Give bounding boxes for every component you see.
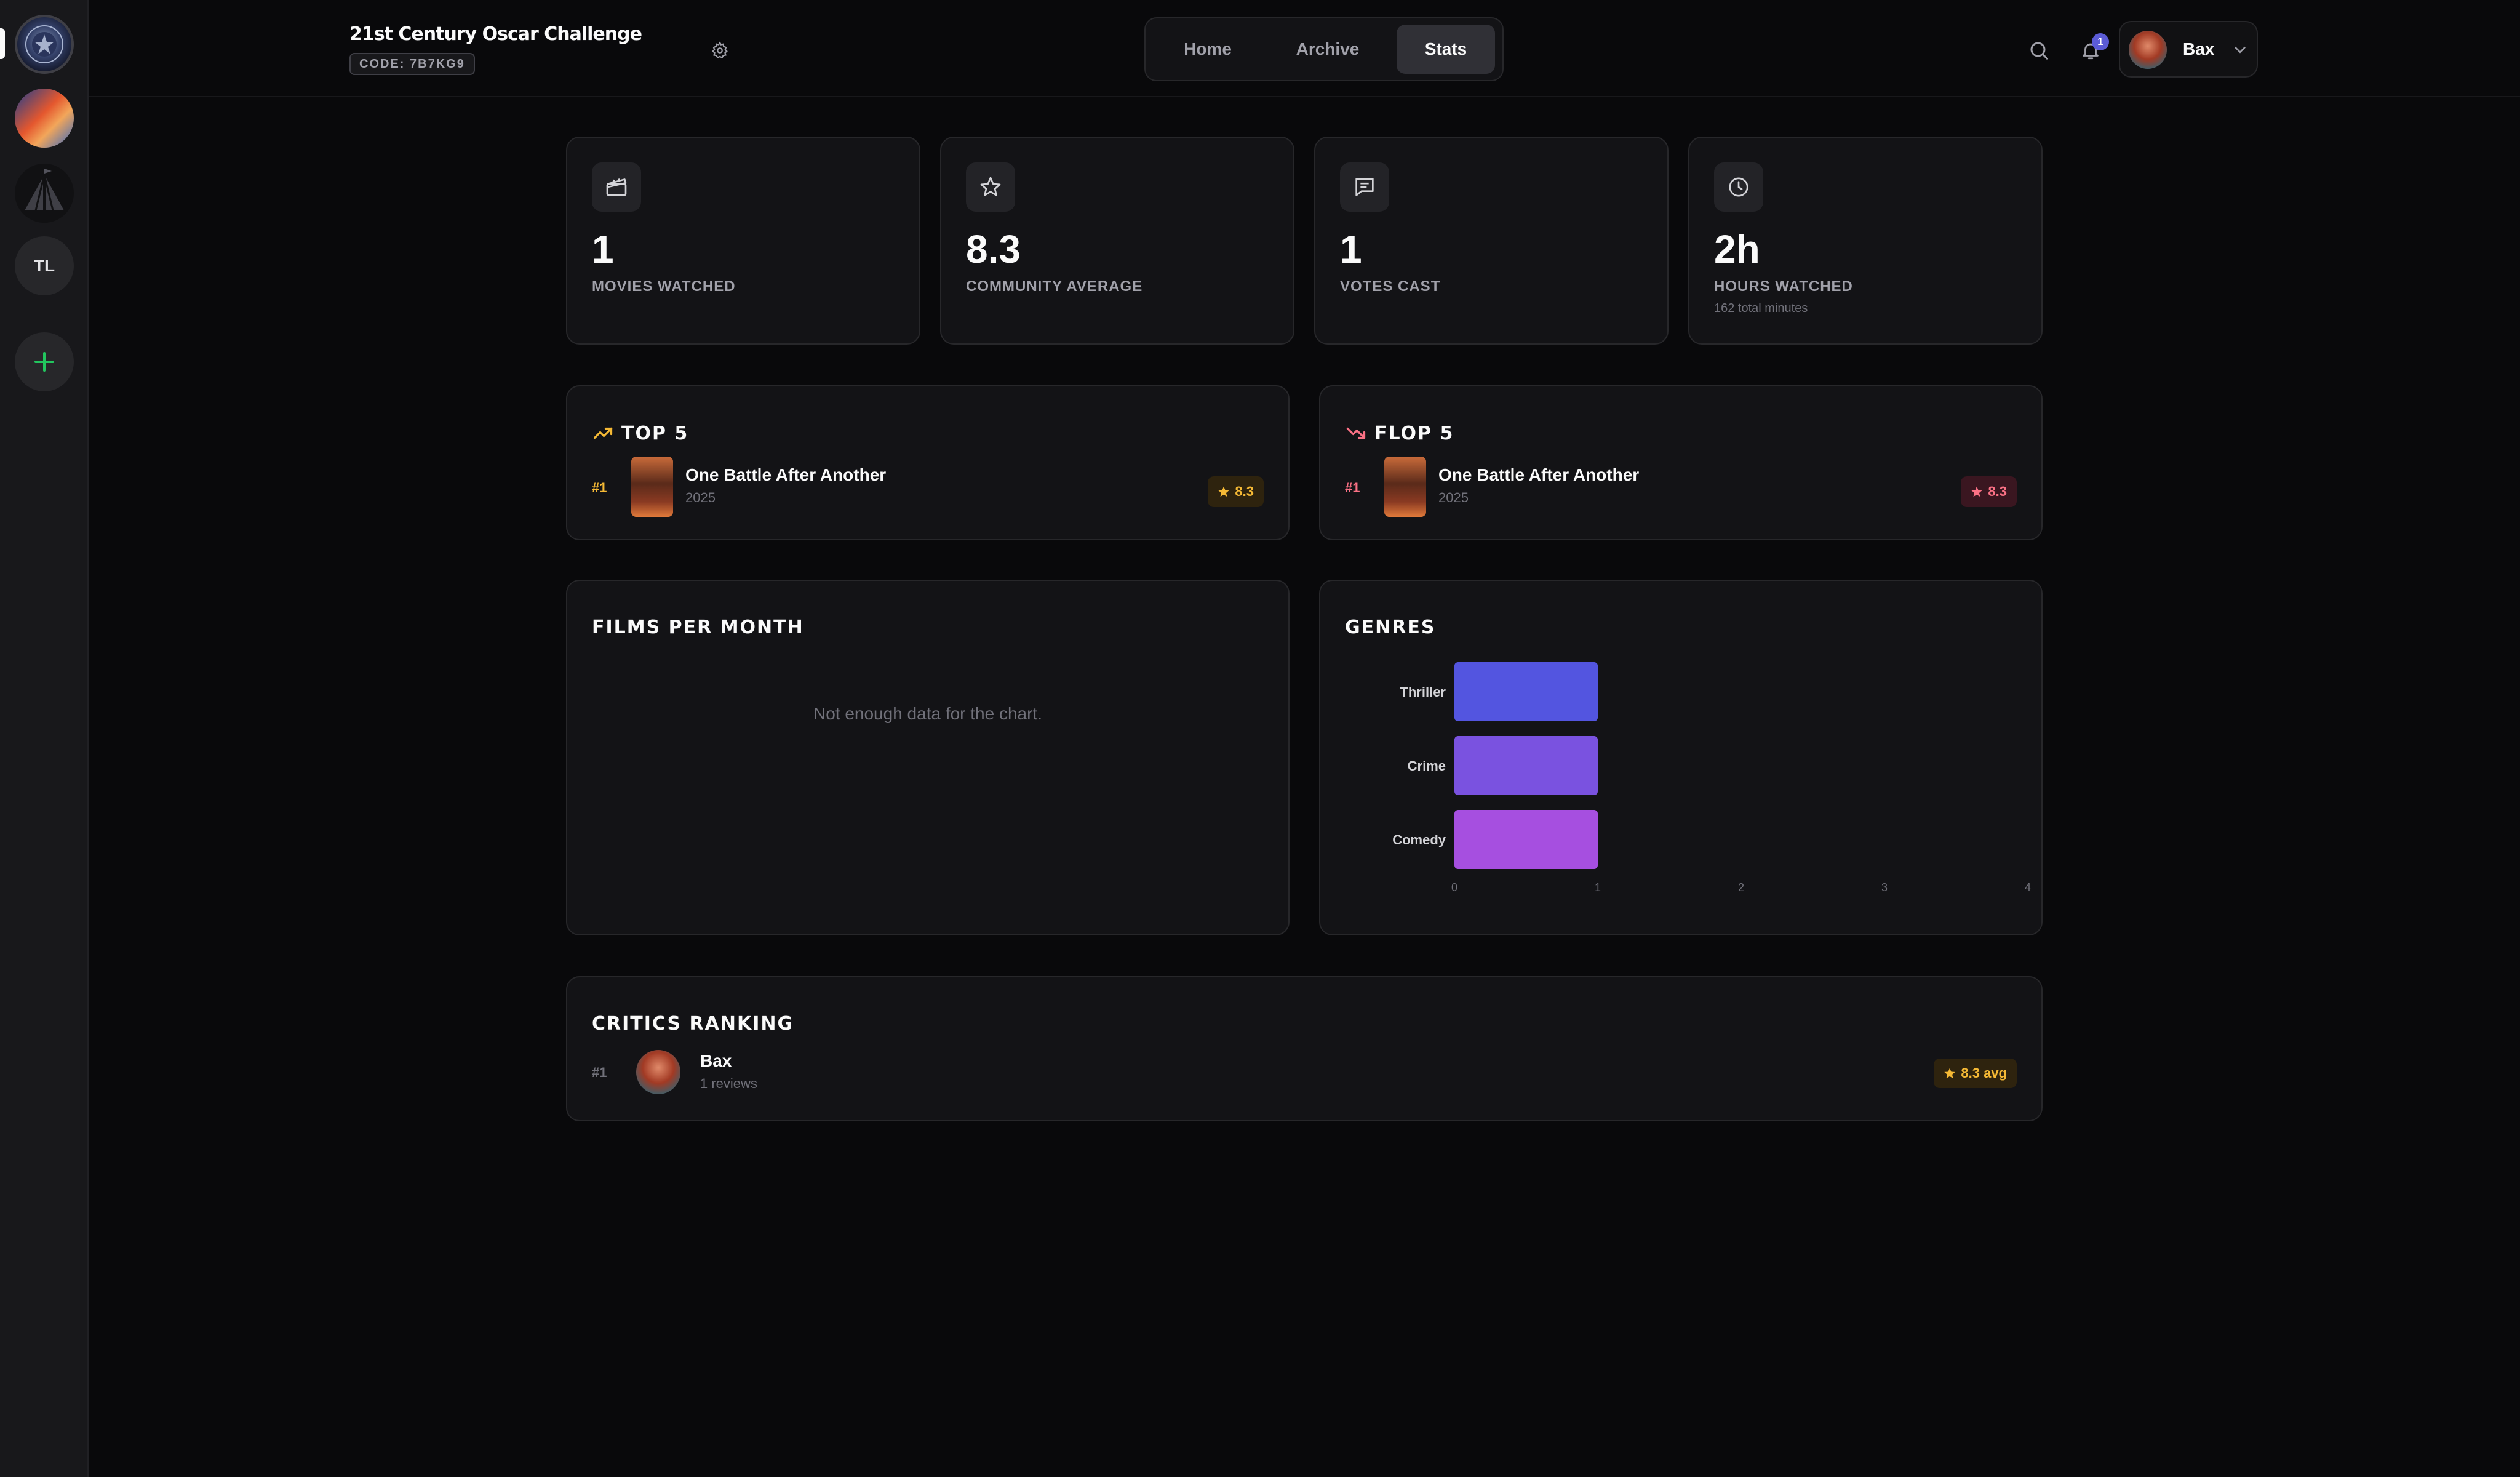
top-header: 21st Century Oscar Challenge CODE: 7B7KG… [89,0,2520,97]
movie-title: One Battle After Another [1438,465,1640,484]
x-tick-label: 1 [1595,881,1601,894]
user-name: Bax [2183,39,2215,58]
notification-count-badge: 1 [2092,33,2109,50]
flop5-title-text: FLOP 5 [1374,422,1454,444]
stat-card-movies-watched: 1 MOVIES WATCHED [566,137,920,345]
search-button[interactable] [2024,36,2054,65]
top5-row[interactable]: #1 One Battle After Another 2025 8.3 [592,457,1264,518]
stat-label: HOURS WATCHED [1714,278,1853,295]
stat-icon-box [592,162,641,212]
genres-bar-chart: Thriller Crime Comedy 0 1 2 3 4 [1392,662,2031,894]
stat-value: 1 [1340,227,1362,271]
rank-number: #1 [592,480,607,495]
flop5-card: FLOP 5 #1 One Battle After Another 2025 … [1319,385,2043,540]
trending-down-icon [1346,427,1366,439]
genre-bar-crime[interactable] [1454,736,1598,795]
active-group-indicator [0,28,5,59]
rating-badge: 8.3 [1961,476,2017,507]
genre-label: Crime [1408,758,1446,774]
message-icon [1355,178,1374,196]
clock-icon [1729,177,1748,197]
group-sidebar: TL [0,0,89,1477]
stat-label: COMMUNITY AVERAGE [966,278,1143,295]
x-tick-label: 2 [1738,881,1744,894]
stat-label: VOTES CAST [1340,278,1441,295]
critic-row[interactable]: #1 Bax 1 reviews 8.3 avg [592,1047,2017,1097]
group-title: 21st Century Oscar Challenge [349,23,642,45]
stat-value: 1 [592,227,614,271]
star-icon [1218,486,1230,497]
films-per-month-title: FILMS PER MONTH [592,617,804,638]
x-tick-label: 4 [2025,881,2031,894]
genre-bar-thriller[interactable] [1454,662,1598,721]
critic-average-badge: 8.3 avg [1934,1059,2017,1088]
group-settings-button[interactable] [708,38,732,63]
star-icon [980,177,1001,196]
flop5-title: FLOP 5 [1345,422,1454,444]
chevron-down-icon [2235,47,2246,54]
rank-number: #1 [1345,480,1360,495]
movie-poster [631,457,673,517]
stat-icon-box [1340,162,1389,212]
stat-sublabel: 162 total minutes [1714,302,1808,315]
top5-title: TOP 5 [592,422,688,444]
rating-value: 8.3 [1988,484,2007,499]
user-menu-button[interactable]: Bax [2119,21,2258,78]
movie-year: 2025 [1438,490,1469,505]
rating-badge: 8.3 [1208,476,1264,507]
genre-label: Comedy [1392,832,1446,847]
critics-ranking-title: CRITICS RANKING [592,1013,794,1035]
critic-review-count: 1 reviews [700,1076,757,1091]
user-avatar [2129,31,2167,69]
rating-value: 8.3 [1235,484,1254,499]
critics-ranking-card: CRITICS RANKING #1 Bax 1 reviews 8.3 avg [566,976,2043,1121]
group-code-badge[interactable]: CODE: 7B7KG9 [349,53,475,75]
notifications-button[interactable]: 1 [2075,33,2109,66]
plus-icon [34,352,54,372]
critic-rank: #1 [592,1065,607,1080]
stat-card-community-average: 8.3 COMMUNITY AVERAGE [940,137,1294,345]
genre-label: Thriller [1400,684,1446,700]
trending-up-icon [593,427,613,439]
movie-poster [1384,457,1426,517]
tab-stats[interactable]: Stats [1397,25,1495,74]
group-initials: TL [33,256,55,275]
star-icon [1971,486,1983,497]
stat-card-hours-watched: 2h HOURS WATCHED 162 total minutes [1688,137,2043,345]
star-icon [1944,1068,1956,1079]
movie-year: 2025 [685,490,716,505]
stat-value: 2h [1714,227,1760,271]
x-tick-label: 3 [1881,881,1888,894]
top5-title-text: TOP 5 [621,422,689,444]
search-icon [2030,42,2048,60]
chart-empty-message: Not enough data for the chart. [813,704,1043,723]
group-avatar-2[interactable] [15,89,74,148]
gear-icon [712,41,728,58]
oscar-group-avatar[interactable] [15,15,74,74]
genre-bar-comedy[interactable] [1454,810,1598,869]
group-avatar-3[interactable] [15,164,74,223]
critic-avatar [636,1050,680,1094]
top5-card: TOP 5 #1 One Battle After Another 2025 8… [566,385,1290,540]
stat-label: MOVIES WATCHED [592,278,736,295]
add-group-button[interactable] [15,332,74,391]
tab-archive[interactable]: Archive [1272,25,1383,74]
flop5-row[interactable]: #1 One Battle After Another 2025 8.3 [1345,457,2017,518]
movie-title: One Battle After Another [685,465,887,484]
x-tick-label: 0 [1451,881,1457,894]
critic-average-value: 8.3 avg [1961,1065,2007,1081]
stat-icon-box [966,162,1015,212]
oscar-logo-icon [25,25,63,63]
tent-icon [25,169,64,211]
tab-home[interactable]: Home [1158,25,1258,74]
group-avatar-tl[interactable]: TL [15,236,74,295]
genres-card: GENRES Thriller Crime Comedy 0 1 2 3 4 [1319,580,2043,935]
stat-icon-box [1714,162,1763,212]
clapperboard-icon [606,178,627,196]
films-per-month-card: FILMS PER MONTH Not enough data for the … [566,580,1290,935]
main-nav-tabs: Home Archive Stats [1144,17,1504,81]
critic-name: Bax [700,1051,732,1070]
stat-card-votes-cast: 1 VOTES CAST [1314,137,1669,345]
stat-value: 8.3 [966,227,1021,271]
